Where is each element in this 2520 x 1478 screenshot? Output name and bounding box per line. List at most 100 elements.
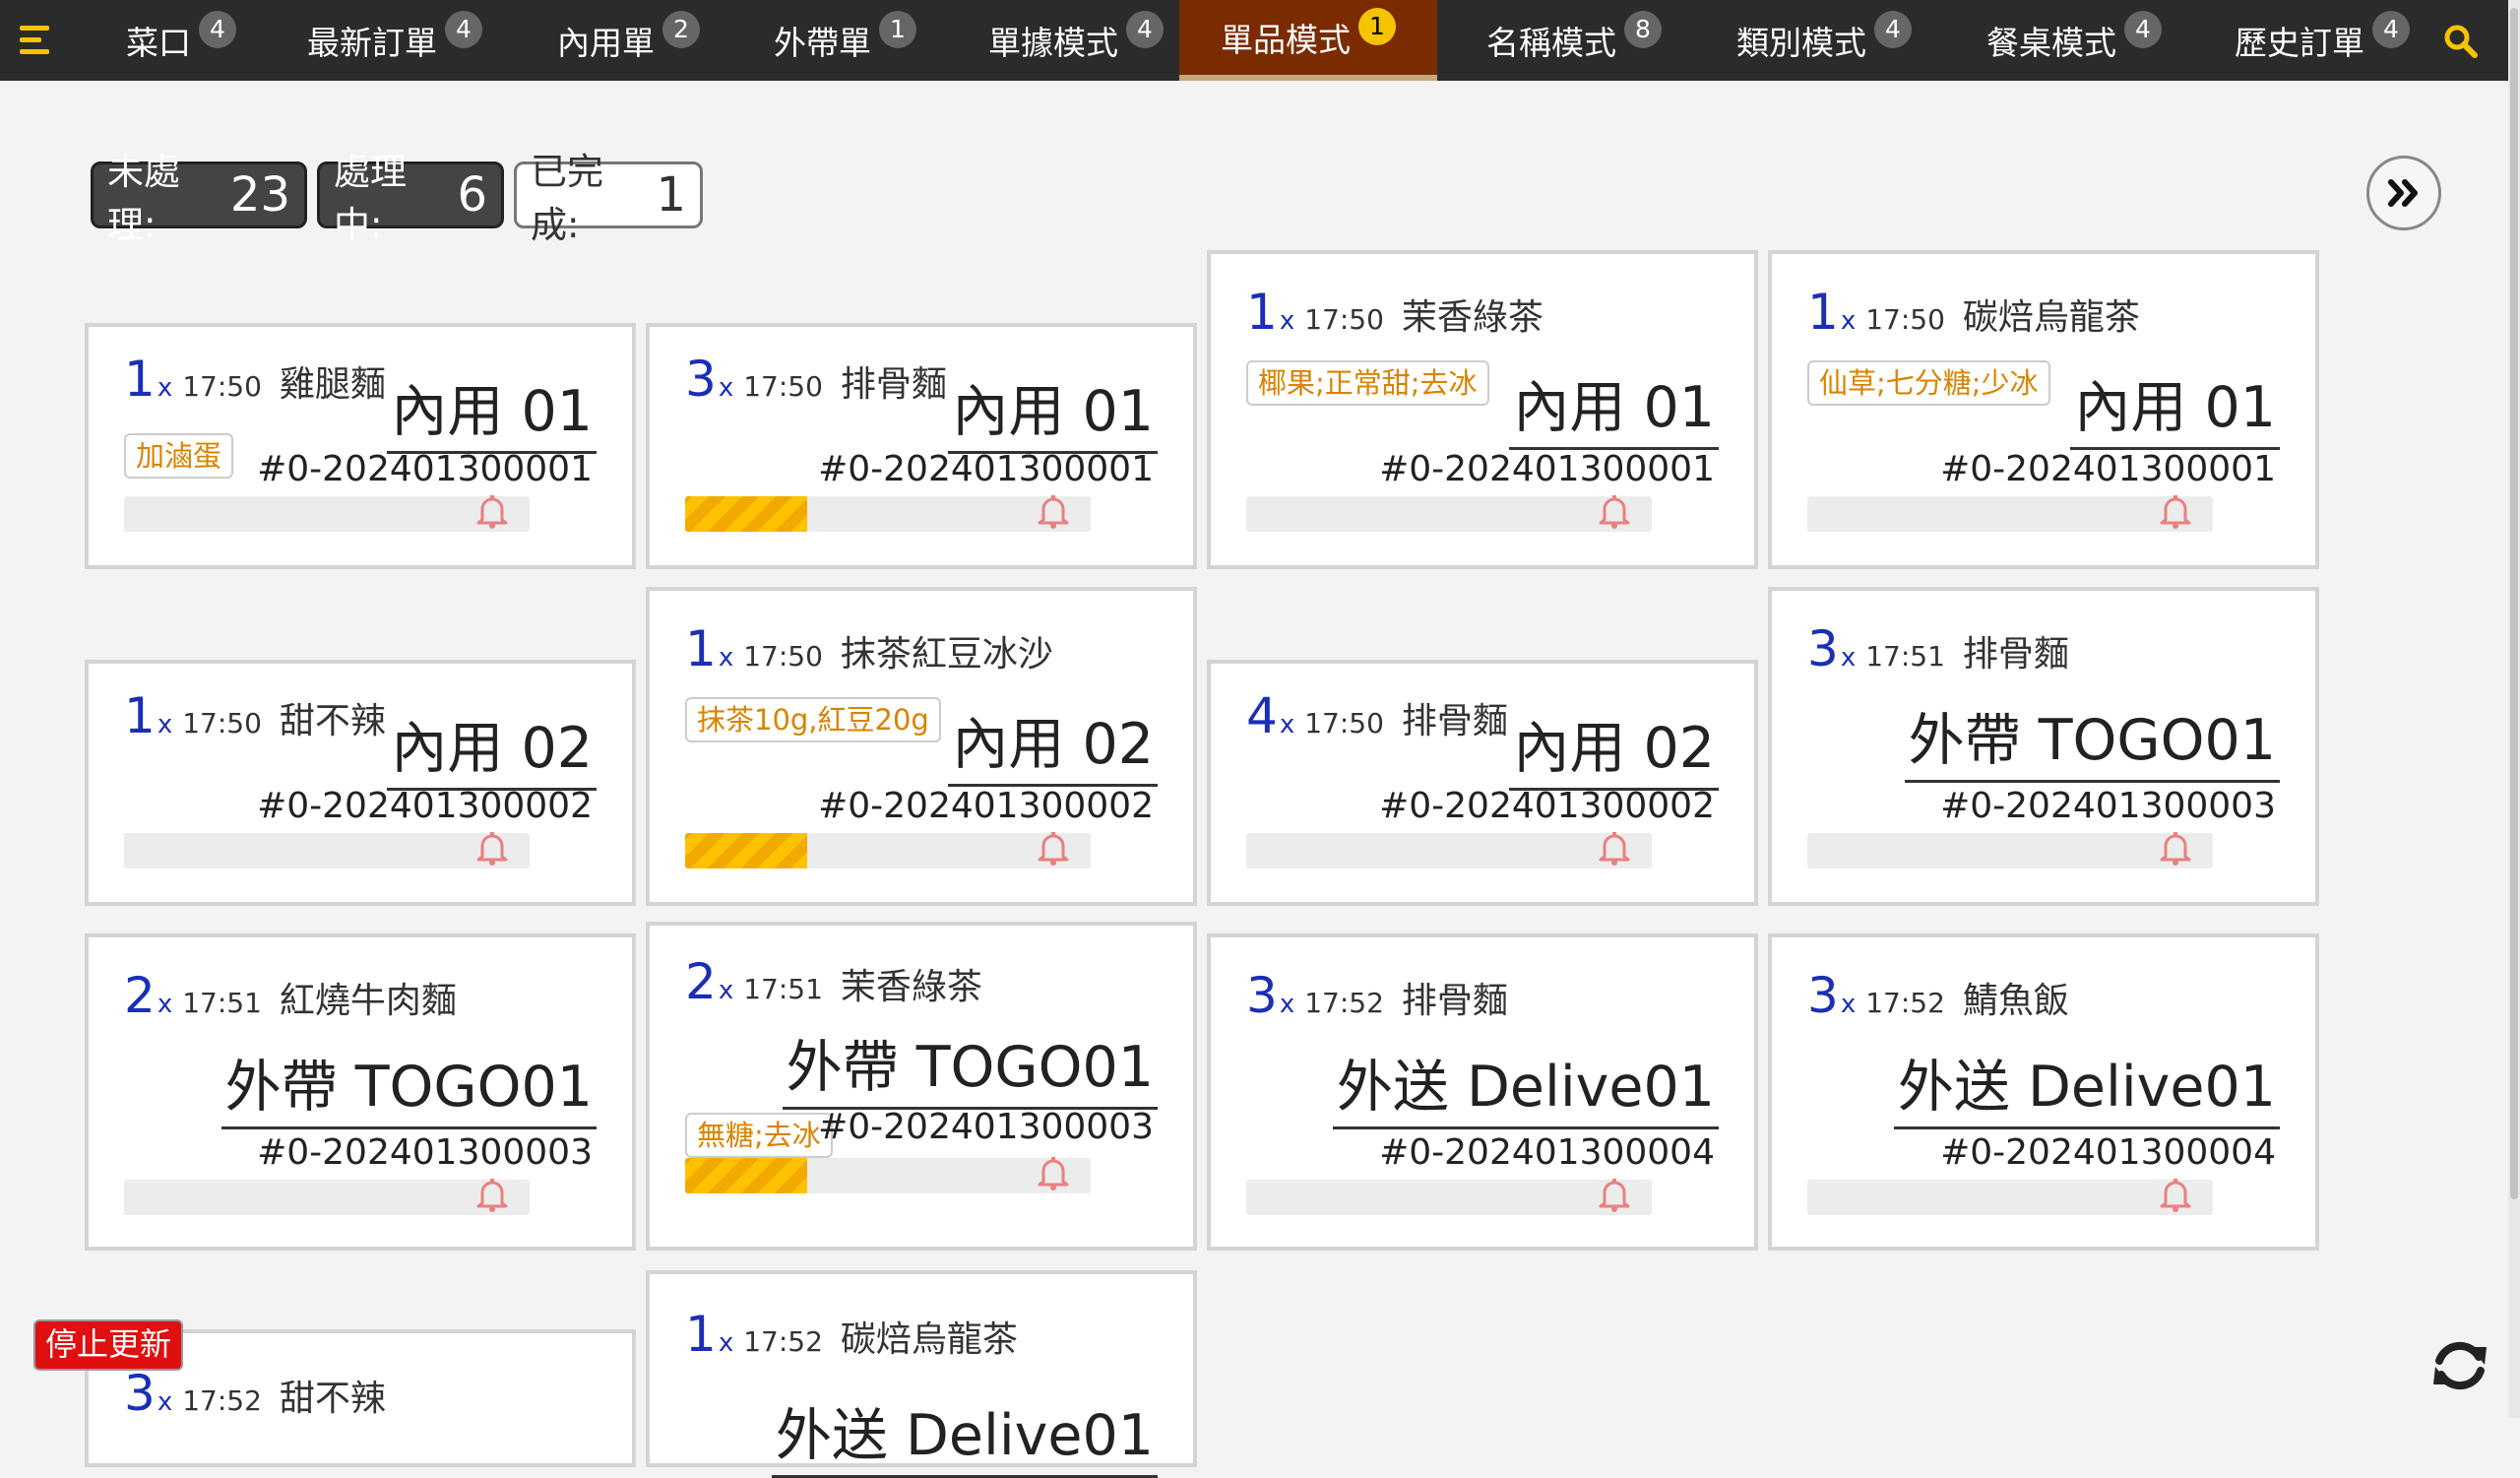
tab-badge: 2 — [662, 11, 700, 48]
quantity-multiplier: x — [718, 373, 734, 403]
progress-bar — [685, 496, 1091, 532]
bell-icon[interactable] — [2158, 492, 2193, 530]
order-number: #0-202401300004 — [1940, 1132, 2276, 1173]
hamburger-menu-icon[interactable] — [18, 26, 57, 55]
tab-badge: 1 — [1358, 8, 1396, 45]
tab-badge: 4 — [1126, 11, 1164, 48]
item-card[interactable]: 3x 17:51 排骨麵 外帶 TOGO01 #0-202401300003 — [1768, 587, 2319, 906]
done-count: 1 — [656, 167, 686, 223]
scrollbar-thumb[interactable] — [2510, 8, 2518, 1199]
processing-counter[interactable]: 處理中: 6 — [317, 151, 504, 246]
table-label: 外送 Delive01 — [1332, 1042, 1719, 1129]
bell-icon[interactable] — [2158, 1176, 2193, 1213]
bell-icon[interactable] — [1597, 829, 1632, 867]
tab-badge: 4 — [1874, 11, 1912, 48]
item-card[interactable]: 4x 17:50 排骨麵 內用 02 #0-202401300002 — [1207, 660, 1758, 906]
order-number: #0-202401300002 — [1379, 786, 1715, 826]
quantity-multiplier: x — [1279, 710, 1295, 739]
item-quantity: 3 — [685, 351, 717, 408]
item-header: 3x 17:50 排骨麵 — [685, 351, 947, 408]
item-card[interactable]: 1x 17:50 甜不辣 內用 02 #0-202401300002 — [85, 660, 636, 906]
tab-category-mode[interactable]: 類別模式 4 — [1736, 0, 1933, 81]
search-icon[interactable] — [2441, 22, 2481, 61]
bell-icon[interactable] — [1036, 1154, 1071, 1191]
order-number: #0-202401300002 — [818, 786, 1154, 826]
tab-latest-orders[interactable]: 最新訂單 4 — [307, 0, 504, 81]
quantity-multiplier: x — [1840, 306, 1857, 336]
bell-icon[interactable] — [2158, 829, 2193, 867]
double-chevron-right-icon — [2388, 179, 2418, 207]
item-note-tag: 加滷蛋 — [124, 433, 234, 479]
pending-counter[interactable]: 未處理: 23 — [91, 151, 307, 246]
order-time: 17:52 — [182, 1384, 262, 1417]
item-header: 1x 17:50 甜不辣 — [124, 687, 386, 744]
item-header: 2x 17:51 茉香綠茶 — [685, 953, 982, 1010]
tab-badge: 4 — [199, 11, 236, 48]
order-number: #0-202401300002 — [257, 786, 593, 826]
item-card[interactable]: 1x 17:52 碳焙烏龍茶 外送 Delive01 — [646, 1270, 1197, 1478]
item-quantity: 3 — [124, 1365, 156, 1422]
progress-bar — [1246, 496, 1652, 532]
order-time: 17:52 — [743, 1325, 823, 1358]
tab-kitchen[interactable]: 菜口 4 — [126, 0, 264, 81]
item-card[interactable]: 1x 17:50 碳焙烏龍茶 仙草;七分糖;少冰 內用 01 #0-20240130000… — [1768, 250, 2319, 569]
table-label: 外送 Delive01 — [771, 1390, 1158, 1478]
item-quantity: 2 — [685, 953, 717, 1010]
item-card[interactable]: 3x 17:52 鯖魚飯 外送 Delive01 #0-202401300004 — [1768, 933, 2319, 1251]
table-label: 外帶 TOGO01 — [782, 1022, 1158, 1110]
item-header: 3x 17:51 排骨麵 — [1807, 620, 2069, 677]
stop-update-button[interactable]: 停止更新 — [33, 1319, 183, 1371]
done-counter[interactable]: 已完成: 1 — [514, 151, 703, 246]
item-card[interactable]: 2x 17:51 紅燒牛肉麵 外帶 TOGO01 #0-202401300003 — [85, 933, 636, 1251]
tab-table-mode[interactable]: 餐桌模式 4 — [1986, 0, 2183, 81]
item-name: 排骨麵 — [1962, 634, 2069, 675]
order-number: #0-202401300001 — [818, 449, 1154, 489]
order-time: 17:51 — [743, 973, 823, 1005]
vertical-scrollbar[interactable] — [2508, 0, 2520, 1418]
next-page-button[interactable] — [2366, 156, 2441, 230]
item-card[interactable]: 1x 17:50 茉香綠茶 椰果;正常甜;去冰 內用 01 #0-202401300001 — [1207, 250, 1758, 569]
bell-icon[interactable] — [474, 492, 510, 530]
tab-order-history[interactable]: 歷史訂單 4 — [2235, 0, 2431, 81]
item-card[interactable]: 1x 17:50 抹茶紅豆冰沙 抹茶10g,紅豆20g 內用 02 #0-20240130… — [646, 587, 1197, 906]
item-card[interactable]: 3x 17:50 排骨麵 內用 01 #0-202401300001 — [646, 323, 1197, 569]
refresh-icon[interactable] — [2427, 1333, 2492, 1398]
table-label: 外帶 TOGO01 — [220, 1042, 597, 1129]
bell-icon[interactable] — [474, 1176, 510, 1213]
order-time: 17:51 — [182, 987, 262, 1019]
item-card[interactable]: 3x 17:52 排骨麵 外送 Delive01 #0-202401300004 — [1207, 933, 1758, 1251]
top-navigation-bar: 菜口 4 最新訂單 4 內用單 2 外帶單 1 單據模式 4 單品模式 1 名稱… — [0, 0, 2508, 81]
item-card[interactable]: 2x 17:51 茉香綠茶 無糖;去冰 外帶 TOGO01 #0-202401300003 — [646, 922, 1197, 1251]
item-quantity: 1 — [1246, 284, 1278, 341]
bell-icon[interactable] — [1597, 1176, 1632, 1213]
pending-label: 未處理: — [107, 151, 180, 246]
bell-icon[interactable] — [1036, 829, 1071, 867]
tab-label: 歷史訂單 — [2235, 24, 2364, 62]
item-note-tag: 椰果;正常甜;去冰 — [1246, 360, 1489, 406]
bell-icon[interactable] — [1036, 492, 1071, 530]
item-header: 3x 17:52 排骨麵 — [1246, 967, 1508, 1024]
order-number: #0-202401300003 — [1940, 786, 2276, 826]
item-quantity: 3 — [1246, 967, 1278, 1024]
quantity-multiplier: x — [718, 976, 734, 1005]
tab-label: 餐桌模式 — [1986, 24, 2116, 62]
tab-name-mode[interactable]: 名稱模式 8 — [1486, 0, 1683, 81]
item-name: 排骨麵 — [1401, 701, 1508, 741]
table-label: 外送 Delive01 — [1893, 1042, 2280, 1129]
tab-label: 內用單 — [557, 24, 655, 62]
progress-bar — [685, 833, 1091, 868]
tab-item-mode[interactable]: 單品模式 1 — [1179, 0, 1437, 81]
item-card[interactable]: 1x 17:50 雞腿麵 加滷蛋 內用 01 #0-202401300001 — [85, 323, 636, 569]
bell-icon[interactable] — [1597, 492, 1632, 530]
progress-bar — [1807, 496, 2213, 532]
tab-receipt-mode[interactable]: 單據模式 4 — [988, 0, 1185, 81]
bell-icon[interactable] — [474, 829, 510, 867]
item-name: 抹茶紅豆冰沙 — [840, 634, 1053, 675]
tab-dine-in[interactable]: 內用單 2 — [557, 0, 724, 81]
progress-bar — [124, 833, 530, 868]
item-name: 甜不辣 — [279, 1379, 386, 1419]
item-quantity: 1 — [124, 351, 156, 408]
progress-bar — [1807, 1180, 2213, 1215]
order-number: #0-202401300001 — [1379, 449, 1715, 489]
tab-takeout[interactable]: 外帶單 1 — [774, 0, 941, 81]
